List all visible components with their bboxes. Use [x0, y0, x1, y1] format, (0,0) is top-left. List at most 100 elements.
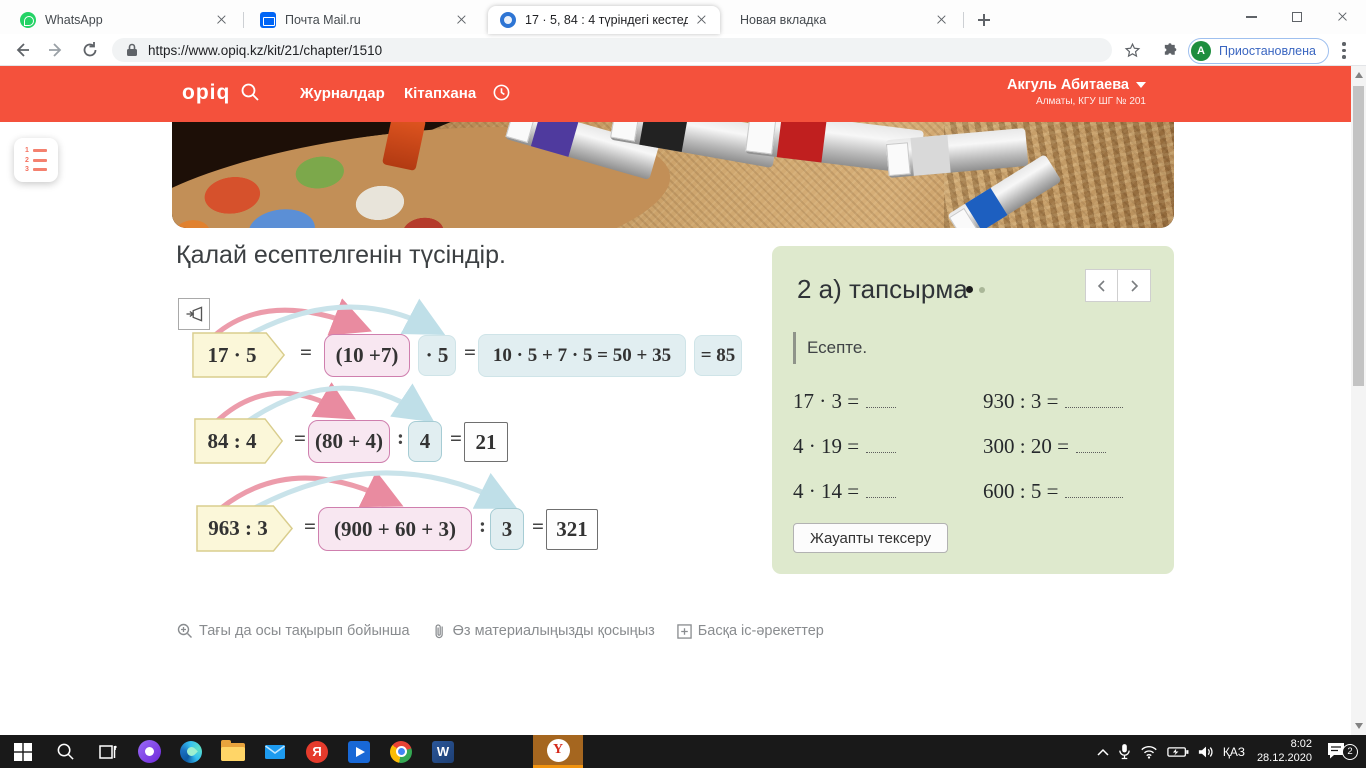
next-task-button[interactable]: [1118, 269, 1151, 302]
scroll-down-icon[interactable]: [1354, 723, 1363, 729]
answer-blank[interactable]: [866, 438, 897, 453]
start-button[interactable]: [2, 735, 44, 768]
profile-chip[interactable]: A Приостановлена: [1188, 38, 1329, 64]
file-explorer-button[interactable]: [212, 735, 254, 768]
page-scrollbar[interactable]: [1351, 66, 1366, 735]
tab-whatsapp[interactable]: WhatsApp: [8, 6, 240, 34]
tab-close-icon[interactable]: [454, 12, 470, 28]
forward-button[interactable]: [44, 38, 68, 62]
tab-close-icon[interactable]: [694, 12, 710, 28]
nav-library[interactable]: Кітапхана: [404, 85, 476, 102]
equals-sign: =: [450, 426, 462, 450]
answer-blank[interactable]: [866, 393, 897, 408]
exercise-item: 300 : 20 =: [983, 434, 1106, 459]
close-button[interactable]: [1320, 0, 1366, 34]
puzzle-icon: [1164, 42, 1176, 55]
scroll-up-icon[interactable]: [1354, 72, 1363, 78]
pagination-dot-active[interactable]: [966, 286, 973, 293]
battery-tray-button[interactable]: [1167, 746, 1189, 758]
table-of-contents-button[interactable]: 1 2 3: [14, 138, 58, 182]
back-button[interactable]: [10, 38, 34, 62]
answer-blank[interactable]: [1065, 483, 1124, 498]
minimize-button[interactable]: [1228, 0, 1274, 34]
yandex-browser-button-active[interactable]: Y: [533, 735, 583, 768]
bookmark-star-button[interactable]: [1120, 38, 1144, 62]
figure-decomposition-box: (900 + 60 + 3): [318, 507, 472, 551]
numbered-list-icon: 1 2 3: [25, 145, 47, 176]
read-aloud-button[interactable]: [178, 298, 210, 330]
reload-button[interactable]: [78, 38, 102, 62]
task-view-button[interactable]: [86, 735, 128, 768]
nav-journals[interactable]: Журналдар: [300, 85, 385, 102]
microphone-tray-button[interactable]: [1118, 743, 1131, 760]
history-button[interactable]: [492, 83, 511, 107]
opiq-logo[interactable]: opiq: [182, 81, 230, 105]
mail-button[interactable]: [254, 735, 296, 768]
wifi-tray-button[interactable]: [1140, 745, 1158, 759]
chevron-up-icon: [1097, 748, 1109, 756]
tab-opiq-active[interactable]: 17 · 5, 84 : 4 түріндегі кестеден т: [488, 6, 720, 34]
tab-new-tab[interactable]: Новая вкладка: [728, 6, 960, 34]
clock[interactable]: 8:02 28.12.2020: [1257, 738, 1312, 766]
scrollbar-thumb[interactable]: [1353, 86, 1364, 386]
taskbar-search-button[interactable]: [44, 735, 86, 768]
movies-tv-button[interactable]: [338, 735, 380, 768]
user-name: Акгуль Абитаева: [1007, 77, 1129, 93]
tab-separator: [963, 12, 964, 28]
pagination-dot[interactable]: [979, 287, 985, 293]
address-bar[interactable]: https://www.opiq.kz/kit/21/chapter/1510: [112, 38, 1112, 62]
tab-mailru[interactable]: Почта Mail.ru: [248, 6, 480, 34]
figure-answer-box: 321: [546, 509, 598, 550]
whatsapp-icon: [20, 12, 36, 28]
tab-close-icon[interactable]: [214, 12, 230, 28]
search-button[interactable]: [240, 82, 260, 107]
star-icon: [1124, 42, 1140, 57]
answer-blank[interactable]: [1065, 393, 1124, 408]
tray-expand-button[interactable]: [1097, 748, 1109, 756]
exercise-item: 600 : 5 =: [983, 479, 1124, 504]
equals-sign: =: [294, 426, 306, 450]
browser-menu-button[interactable]: [1342, 42, 1346, 62]
task-pagination: [1085, 269, 1151, 302]
user-organization: Алматы, КГУ ШГ № 201: [1036, 96, 1146, 107]
volume-tray-button[interactable]: [1198, 745, 1214, 759]
alice-icon: [137, 740, 161, 763]
edge-icon: [180, 740, 202, 763]
equals-sign: =: [464, 340, 476, 364]
action-center-button[interactable]: 2: [1326, 741, 1358, 763]
tab-close-icon[interactable]: [934, 12, 950, 28]
maximize-button[interactable]: [1274, 0, 1320, 34]
browser-tab-strip: WhatsApp Почта Mail.ru 17 · 5, 84 : 4 тү…: [0, 0, 1366, 34]
user-menu[interactable]: Акгуль Абитаева Алматы, КГУ ШГ № 201: [1007, 76, 1146, 107]
prev-task-button[interactable]: [1085, 269, 1118, 302]
exercise-item: 17 · 3 =: [793, 389, 897, 414]
extensions-button[interactable]: [1158, 38, 1182, 62]
window-controls: [1228, 0, 1366, 34]
yandex-icon: Я: [306, 740, 328, 763]
math-figure: 17 · 5 = (10 +7) · 5 = 10 · 5 + 7 · 5 = …: [176, 296, 786, 641]
word-button[interactable]: W: [422, 735, 464, 768]
lock-icon: [127, 43, 137, 56]
figure-source-box: 17 · 5: [192, 332, 286, 378]
profile-status-label: Приостановлена: [1219, 44, 1316, 58]
alice-assistant-button[interactable]: [128, 735, 170, 768]
yandex-app-button[interactable]: Я: [296, 735, 338, 768]
check-answer-button[interactable]: Жауапты тексеру: [793, 523, 949, 553]
language-indicator[interactable]: ҚАЗ: [1223, 745, 1245, 759]
screen: WhatsApp Почта Mail.ru 17 · 5, 84 : 4 тү…: [0, 0, 1366, 768]
tab-label: WhatsApp: [45, 13, 103, 27]
task-title: 2 а) тапсырма: [797, 274, 968, 304]
new-tab-button[interactable]: [972, 8, 996, 32]
answer-blank[interactable]: [866, 483, 897, 498]
colon-sign: :: [479, 513, 486, 537]
equals-sign: =: [532, 514, 544, 538]
figure-operator-box: · 5: [418, 335, 456, 376]
tab-label: Почта Mail.ru: [285, 13, 361, 27]
answer-blank[interactable]: [1075, 438, 1106, 453]
edge-button[interactable]: [170, 735, 212, 768]
chrome-button[interactable]: [380, 735, 422, 768]
clock-icon: [493, 84, 510, 101]
task-instruction: Есепте.: [793, 332, 867, 364]
opiq-favicon-icon: [500, 12, 516, 28]
search-icon: [57, 743, 74, 760]
